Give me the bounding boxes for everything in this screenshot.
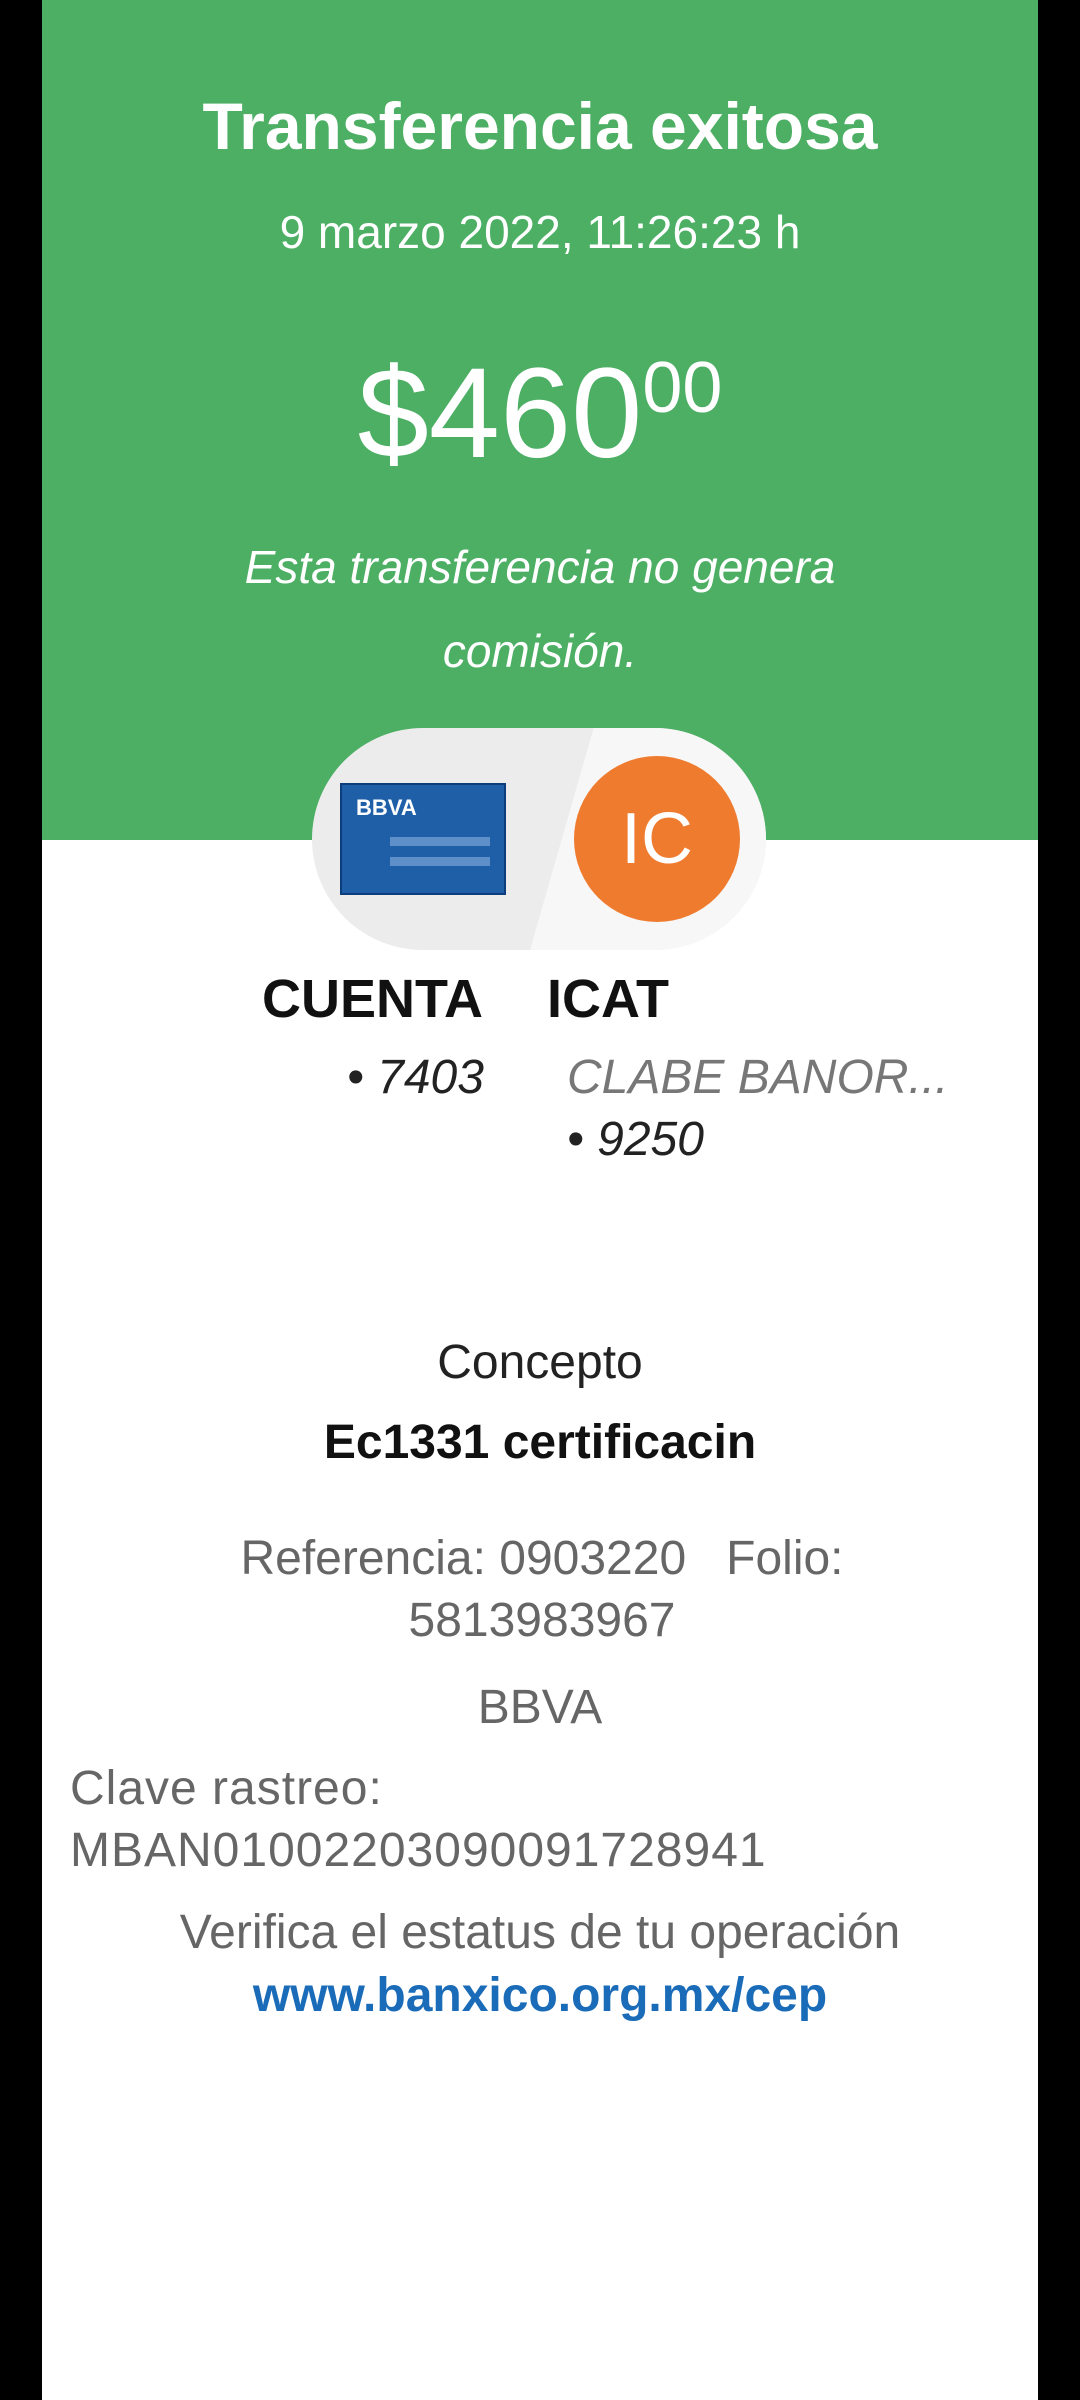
origin-account-name: CUENTA [262,969,483,1029]
origin-account-suffix: • 7403 [347,1051,484,1104]
banxico-cep-link[interactable]: www.banxico.org.mx/cep [42,1968,1038,2023]
transfer-amount: $46000 [42,350,1038,478]
transaction-datetime: 9 marzo 2022, 11:26:23 h [279,206,801,258]
success-header: Transferencia exitosa 9 marzo 2022, 11:2… [42,0,1038,840]
recipient-avatar: IC [574,756,740,922]
trace-value: MBAN01002203090091728941 [70,1824,767,1877]
card-stripe [390,857,490,866]
reference-folio: Referencia: 0903220 Folio: 5813983967 [202,1528,882,1652]
amount-cents: 00 [642,348,723,428]
concept-label: Concepto [437,1336,643,1389]
destination-account-name: ICAT [547,969,669,1029]
destination-account-suffix: • 9250 [567,1113,704,1166]
trace-key: Clave rastreo: MBAN01002203090091728941 [70,1758,970,1882]
reference-line: Referencia: 0903220 Folio: [240,1532,844,1585]
fee-note: Esta transferencia no genera comisión. [244,541,836,677]
verify-status-text: Verifica el estatus de tu operación [179,1906,901,1959]
card-stripe [390,837,490,846]
bbva-logo: BBVA [356,795,417,820]
folio-number: 5813983967 [408,1594,676,1647]
destination-bank: BBVA [477,1681,603,1734]
trace-label: Clave rastreo: [70,1762,383,1815]
amount-whole: $460 [357,342,643,485]
concept-value: Ec1331 certificacin [323,1416,757,1469]
accounts-pill: BBVA IC [312,728,766,950]
destination-bank-label: CLABE BANOR... [567,1051,949,1104]
receipt-screen: Transferencia exitosa 9 marzo 2022, 11:2… [42,0,1038,2400]
bbva-card-icon: BBVA [340,783,506,895]
page-title: Transferencia exitosa [202,89,878,163]
